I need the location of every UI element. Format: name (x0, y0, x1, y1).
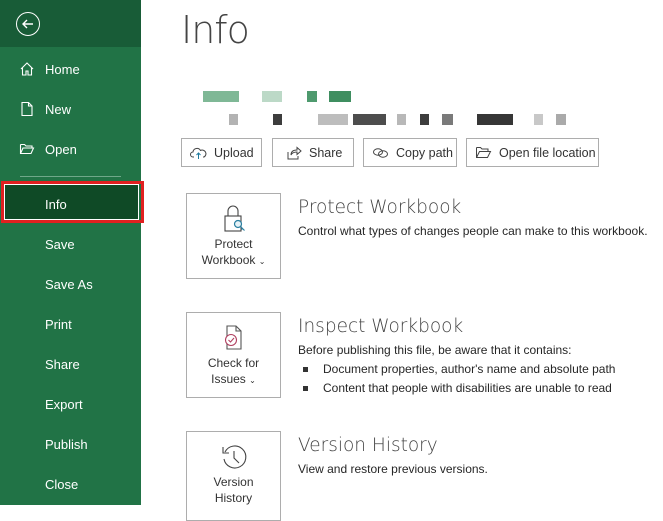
version-history-button[interactable]: Version History (186, 431, 281, 521)
folder-open-icon (476, 147, 492, 158)
chevron-down-icon: ⌄ (249, 376, 256, 385)
share-button[interactable]: Share (272, 138, 354, 167)
home-icon (20, 62, 34, 76)
back-arrow-icon (22, 19, 33, 29)
history-clock-icon (221, 445, 246, 469)
card-label-line2: Issues ⌄ (211, 372, 256, 386)
info-pane: Info Upload Share Copy path Open file lo… (141, 0, 663, 521)
sidebar-item-publish[interactable]: Publish (0, 426, 141, 462)
sidebar-item-home[interactable]: Home (0, 51, 141, 87)
inspect-workbook-description: Before publishing this file, be aware th… (298, 343, 572, 357)
sidebar-item-label: Publish (45, 436, 88, 452)
sidebar-item-info[interactable]: Info (0, 186, 141, 222)
sidebar-item-label: New (45, 101, 72, 117)
inspect-bullet: Content that people with disabilities ar… (303, 381, 612, 395)
protect-workbook-button[interactable]: Protect Workbook ⌄ (186, 193, 281, 279)
share-label: Share (309, 145, 343, 160)
backstage-sidebar: Home New Open Info Save Save As Print Sh… (0, 0, 144, 505)
sidebar-item-label: Close (45, 476, 79, 492)
card-label-line2: History (214, 491, 253, 505)
sidebar-item-label: Save (45, 236, 75, 252)
open-file-location-button[interactable]: Open file location (466, 138, 599, 167)
document-check-icon (224, 325, 242, 350)
sidebar-item-save[interactable]: Save (0, 226, 141, 262)
sidebar-item-share[interactable]: Share (0, 346, 141, 382)
sidebar-item-close[interactable]: Close (0, 466, 141, 502)
version-history-title: Version History (298, 435, 438, 456)
card-label-line1: Version (213, 475, 254, 489)
sidebar-item-label: Export (45, 396, 83, 412)
sidebar-item-label: Save As (45, 276, 93, 292)
lock-key-icon (223, 205, 245, 232)
inspect-bullet: Document properties, author's name and a… (303, 362, 615, 376)
sidebar-item-export[interactable]: Export (0, 386, 141, 422)
chevron-down-icon: ⌄ (258, 257, 266, 266)
protect-workbook-description: Control what types of changes people can… (298, 224, 648, 238)
copy-path-label: Copy path (396, 145, 453, 160)
sidebar-item-label: Share (45, 356, 80, 372)
card-label-line1: Check for (207, 356, 260, 370)
sidebar-item-print[interactable]: Print (0, 306, 141, 342)
cloud-upload-icon (190, 147, 207, 159)
copy-path-button[interactable]: Copy path (363, 138, 457, 167)
sidebar-item-label: Home (45, 61, 80, 77)
sidebar-item-save-as[interactable]: Save As (0, 266, 141, 302)
protect-workbook-title: Protect Workbook (298, 197, 462, 218)
open-file-location-label: Open file location (499, 145, 596, 160)
back-area (0, 0, 141, 47)
sidebar-item-new[interactable]: New (0, 91, 141, 127)
upload-button[interactable]: Upload (181, 138, 262, 167)
sidebar-divider (20, 176, 121, 177)
card-label-line1: Protect (214, 237, 253, 251)
upload-label: Upload (214, 145, 254, 160)
card-label-line2: Workbook ⌄ (201, 253, 266, 267)
version-history-description: View and restore previous versions. (298, 462, 488, 476)
check-for-issues-button[interactable]: Check for Issues ⌄ (186, 312, 281, 398)
sidebar-item-label: Info (45, 196, 67, 212)
new-document-icon (21, 101, 33, 117)
folder-open-icon (19, 143, 35, 155)
page-title: Info (181, 8, 250, 52)
back-button[interactable] (16, 12, 40, 36)
link-icon (373, 147, 388, 158)
sidebar-item-label: Print (45, 316, 72, 332)
sidebar-item-open[interactable]: Open (0, 131, 141, 167)
sidebar-item-label: Open (45, 141, 77, 157)
inspect-workbook-title: Inspect Workbook (298, 316, 464, 337)
share-icon (287, 145, 302, 159)
